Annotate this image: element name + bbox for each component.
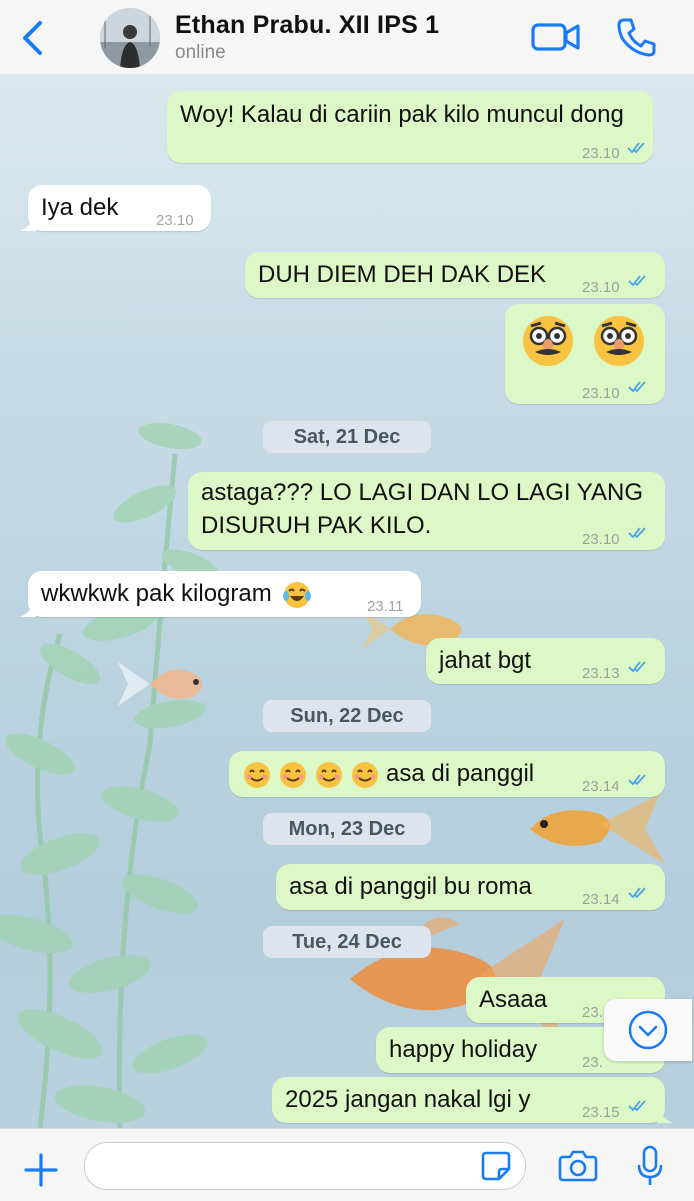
message-text: Iya dek (41, 194, 119, 221)
read-ticks-icon (628, 527, 646, 539)
contact-name[interactable]: Ethan Prabu. XII IPS 1 (175, 11, 439, 40)
message-time: 23.15 (582, 1104, 620, 1121)
message-outgoing[interactable]: asa di panggil bu roma 23.14 (276, 864, 665, 910)
read-ticks-icon (628, 661, 646, 673)
message-text: wkwkwk pak kilogram (41, 578, 312, 610)
sticker-button[interactable] (480, 1150, 512, 1182)
message-outgoing[interactable]: Woy! Kalau di cariin pak kilo muncul don… (167, 91, 653, 163)
message-time: 23.10 (156, 212, 194, 229)
phone-icon (617, 18, 656, 57)
message-time: 23.11 (367, 598, 404, 615)
date-separator: Sat, 21 Dec (263, 421, 431, 453)
read-ticks-icon (628, 1100, 646, 1112)
chevron-left-icon (23, 21, 42, 55)
read-ticks-icon (628, 774, 646, 786)
video-camera-icon (531, 23, 580, 51)
message-text: 2025 jangan nakal lgi y (285, 1086, 531, 1113)
camera-button[interactable] (558, 1149, 598, 1183)
message-time: 23.10 (582, 385, 620, 402)
message-time: 23.10 (582, 145, 620, 162)
tears-of-joy-emoji (283, 581, 312, 608)
message-time: 23. (582, 1054, 603, 1071)
read-ticks-icon (628, 381, 646, 393)
date-separator: Sun, 22 Dec (263, 700, 431, 732)
input-bar (0, 1128, 694, 1201)
bubble-tail (20, 601, 36, 617)
avatar[interactable] (100, 8, 160, 68)
voice-call-button[interactable] (614, 16, 658, 58)
message-text: jahat bgt (439, 647, 532, 674)
message-text: DUH DIEM DEH DAK DEK (258, 261, 547, 288)
emoji-row (521, 314, 646, 368)
read-ticks-icon (628, 887, 646, 899)
chat-header: Ethan Prabu. XII IPS 1 online (0, 0, 694, 75)
bubble-tail (20, 215, 36, 231)
chevron-down-circle-icon (628, 1010, 668, 1050)
contact-status: online (175, 42, 226, 63)
scroll-to-bottom-button[interactable] (604, 999, 692, 1061)
smiling-face-emoji (244, 761, 270, 788)
read-ticks-icon (628, 275, 646, 287)
message-time: 23.10 (582, 279, 620, 296)
message-outgoing[interactable]: 23.10 (505, 304, 665, 404)
attach-button[interactable] (22, 1151, 60, 1189)
message-input[interactable] (84, 1142, 526, 1190)
message-text-content: wkwkwk pak kilogram (41, 580, 272, 607)
message-outgoing[interactable]: asa di panggil 23.14 (229, 751, 665, 797)
message-time: 23.13 (582, 665, 620, 682)
disguised-face-emoji (593, 316, 644, 366)
message-text: Asaaa (479, 986, 548, 1013)
message-time: 23.14 (582, 891, 620, 908)
date-separator: Tue, 24 Dec (263, 926, 431, 958)
wallpaper-fish (118, 662, 203, 706)
message-outgoing[interactable]: 2025 jangan nakal lgi y 23.15 (272, 1077, 673, 1123)
smiling-face-emoji (316, 761, 342, 788)
date-separator: Mon, 23 Dec (263, 813, 431, 845)
message-outgoing[interactable]: astaga??? LO LAGI DAN LO LAGI YANG DISUR… (188, 472, 665, 550)
bubble-tail (657, 1107, 673, 1123)
message-time: 23. (582, 1004, 603, 1021)
microphone-icon (637, 1145, 663, 1185)
message-text: Woy! Kalau di cariin pak kilo muncul don… (180, 101, 624, 128)
plus-icon (24, 1153, 58, 1187)
message-text-content: asa di panggil (386, 760, 535, 787)
avatar-photo (100, 8, 160, 68)
smiling-face-emoji (352, 761, 378, 788)
back-button[interactable] (14, 18, 54, 58)
read-ticks-icon (627, 142, 645, 154)
video-call-button[interactable] (530, 18, 582, 56)
message-outgoing[interactable]: jahat bgt 23.13 (426, 638, 665, 684)
sticker-icon (481, 1151, 511, 1181)
message-incoming[interactable]: wkwkwk pak kilogram 23.11 (20, 571, 421, 617)
message-time: 23.14 (582, 778, 620, 795)
message-text: asa di panggil (242, 758, 534, 790)
message-text: asa di panggil bu roma (289, 873, 532, 900)
disguised-face-emoji (523, 316, 573, 366)
message-text-line: DISURUH PAK KILO. (201, 512, 432, 539)
message-text: happy holiday (389, 1036, 538, 1063)
message-time: 23.10 (582, 531, 620, 548)
camera-icon (558, 1150, 598, 1182)
message-text-line: astaga??? LO LAGI DAN LO LAGI YANG (201, 479, 643, 506)
smiling-face-emoji (280, 761, 306, 788)
message-outgoing[interactable]: DUH DIEM DEH DAK DEK 23.10 (245, 252, 665, 298)
microphone-button[interactable] (636, 1145, 664, 1187)
message-incoming[interactable]: Iya dek 23.10 (20, 185, 211, 231)
